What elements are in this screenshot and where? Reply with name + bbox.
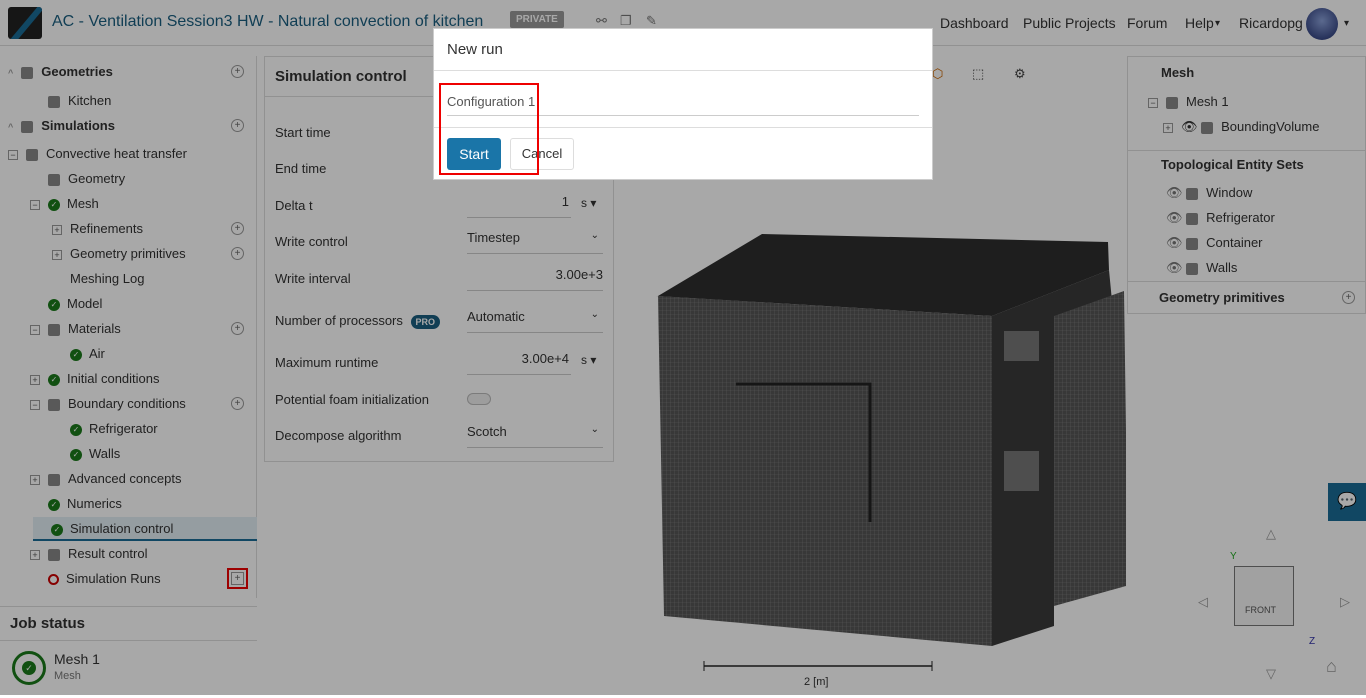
- new-run-dialog: New run Start Cancel: [433, 28, 933, 180]
- dialog-title: New run: [434, 29, 932, 71]
- highlight-box: [439, 83, 539, 175]
